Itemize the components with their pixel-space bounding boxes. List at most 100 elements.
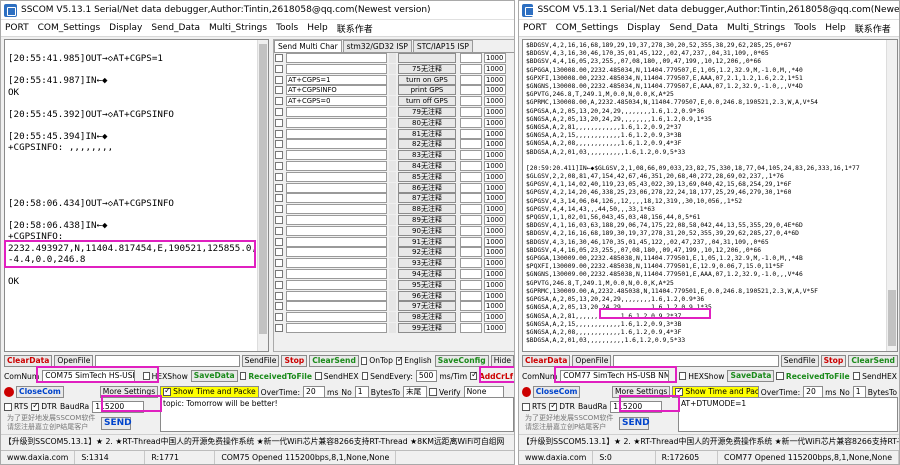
multi-row-checkbox[interactable] [275,183,283,192]
multi-row-delay[interactable]: 1000 [484,193,506,204]
file-path-input[interactable] [613,354,779,367]
multi-row-input[interactable] [286,312,387,323]
multi-row-scroll[interactable] [389,63,396,74]
menu-item-4[interactable]: Multi_Strings [727,23,785,33]
multi-row-scroll[interactable] [389,74,396,85]
multi-row-send-button[interactable]: 86无注释 [398,182,456,193]
multi-row-scroll[interactable] [389,171,396,182]
rts-checkbox[interactable] [522,402,530,411]
multi-row-send-button[interactable]: 97无注释 [398,301,456,312]
multi-row-delay[interactable]: 1000 [484,53,506,63]
multi-row-input[interactable] [286,214,387,225]
multi-row-delay[interactable]: 1000 [484,128,506,139]
multi-row-send-button[interactable]: 87无注释 [398,193,456,204]
multi-row-scroll[interactable] [389,160,396,171]
comnum-select[interactable]: COM75 SimTech HS-USB AT Po [42,370,135,382]
multi-row-scroll[interactable] [389,150,396,161]
menu-item-5[interactable]: Tools [276,23,298,33]
multi-row-scroll[interactable] [389,247,396,258]
menu-item-1[interactable]: COM_Settings [556,23,619,33]
received-to-file-checkbox[interactable] [776,372,784,380]
menu-item-4[interactable]: Multi_Strings [209,23,267,33]
multi-row-send-button[interactable]: turn off GPS [398,96,456,107]
multi-row-input[interactable] [286,193,387,204]
multi-row-delay[interactable]: 1000 [484,117,506,128]
multi-row-send-button[interactable]: 84无注释 [398,160,456,171]
menu-item-3[interactable]: Send_Data [151,23,200,33]
multi-row-order[interactable] [460,290,482,301]
multi-row-order[interactable] [460,128,482,139]
menu-item-0[interactable]: PORT [523,23,547,33]
comnum-select[interactable]: COM77 SimTech HS-USB NMEA [560,370,670,382]
menu-item-6[interactable]: Help [307,23,328,33]
open-file-button[interactable]: OpenFile [54,354,94,367]
multi-row-order[interactable] [460,160,482,171]
multi-row-send-button[interactable]: 79无注释 [398,106,456,117]
multi-row-input[interactable]: AT+CGPS=0 [286,96,387,107]
multi-row-order[interactable] [460,204,482,215]
multi-row-order[interactable] [460,63,482,74]
multi-row-order[interactable] [460,258,482,269]
multi-row-checkbox[interactable] [275,54,283,62]
multi-row-checkbox[interactable] [275,194,283,203]
menu-item-0[interactable]: PORT [5,23,29,33]
multi-row-input[interactable] [286,279,387,290]
multi-row-checkbox[interactable] [275,75,283,84]
multi-row-input[interactable] [286,225,387,236]
multi-row-input[interactable] [286,139,387,150]
multi-row-delay[interactable]: 1000 [484,322,506,333]
multi-row-send-button[interactable]: 91无注释 [398,236,456,247]
received-to-file-checkbox[interactable] [239,372,247,380]
close-com-button[interactable]: CloseCom [532,386,581,398]
multi-row-send-button[interactable]: 88无注释 [398,204,456,215]
multi-row-scroll[interactable] [389,290,396,301]
multi-row-input[interactable] [286,63,387,74]
multi-row-send-button[interactable]: 75无注释 [398,63,456,74]
multi-row-checkbox[interactable] [275,313,283,322]
status-site[interactable]: www.daxia.com [519,451,594,464]
sendhex-checkbox[interactable] [852,372,861,380]
multi-row-delay[interactable]: 1000 [484,279,506,290]
multi-row-scroll[interactable] [389,128,396,139]
multi-row-checkbox[interactable] [275,226,283,235]
english-checkbox[interactable] [395,355,404,365]
multi-row-delay[interactable]: 1000 [484,204,506,215]
clear-data-button[interactable]: ClearData [522,354,571,367]
multi-row-scroll[interactable] [389,117,396,128]
multi-row-order[interactable] [460,193,482,204]
send-every-input[interactable]: 500 [415,370,438,382]
multi-row-delay[interactable]: 1000 [484,85,506,96]
multi-row-checkbox[interactable] [275,129,283,138]
send-button[interactable]: SEND [101,417,132,430]
multi-row-scroll[interactable] [389,279,396,290]
multi-row-input[interactable] [286,204,387,215]
multi-row-checkbox[interactable] [275,140,283,149]
multi-row-input[interactable] [286,53,387,63]
hexshow-checkbox[interactable] [142,372,150,380]
multi-row-input[interactable] [286,301,387,312]
save-config-button[interactable]: SaveConfig [434,354,489,367]
multi-row-checkbox[interactable] [275,64,283,73]
clear-send-button[interactable]: ClearSend [309,354,359,367]
multi-row-order[interactable] [460,96,482,107]
multi-row-delay[interactable]: 1000 [484,139,506,150]
multi-row-input[interactable] [286,268,387,279]
multi-row-send-button[interactable]: 92无注释 [398,247,456,258]
multi-row-send-button[interactable]: 81无注释 [398,128,456,139]
send-every-checkbox[interactable] [361,372,369,380]
multi-row-send-button[interactable]: 85无注释 [398,171,456,182]
open-file-button[interactable]: OpenFile [572,354,612,367]
multi-row-send-button[interactable]: 95无注释 [398,279,456,290]
multi-row-order[interactable] [460,85,482,96]
receive-area[interactable]: $BDGSV,4,2,16,16,68,189,29,19,37,278,30,… [522,39,898,352]
multi-row-delay[interactable]: 1000 [484,258,506,269]
title-bar[interactable]: SSCOM V5.13.1 Serial/Net data debugger,A… [1,1,514,20]
multi-row-input[interactable]: AT+CGPS=1 [286,74,387,85]
multi-row-delay[interactable]: 1000 [484,290,506,301]
multi-row-checkbox[interactable] [275,107,283,116]
multi-row-delay[interactable]: 1000 [484,150,506,161]
multi-row-scroll[interactable] [389,322,396,333]
multi-row-send-button[interactable]: 94无注释 [398,268,456,279]
multi-row-send-button[interactable]: print GPS [398,85,456,96]
more-settings-button[interactable]: More Settings [612,386,671,398]
